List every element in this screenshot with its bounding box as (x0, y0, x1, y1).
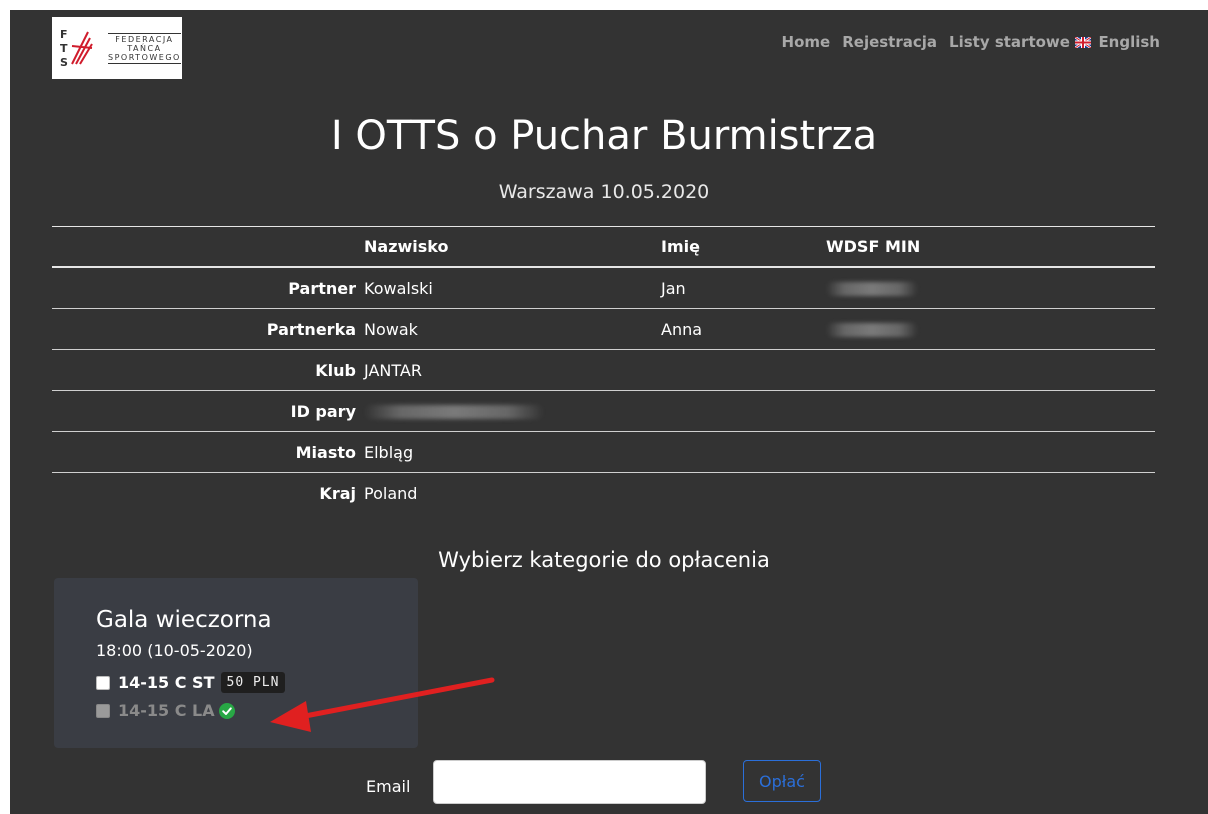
row-label: Kraj (319, 483, 356, 503)
table-row: Partner Kowalski Jan (52, 267, 1155, 309)
table-row: Partnerka Nowak Anna (52, 308, 1155, 350)
couple-info-table: Nazwisko Imię WDSF MIN Partner Kowalski … (52, 226, 1155, 513)
table-row: Klub JANTAR (52, 349, 1155, 391)
email-input[interactable] (433, 760, 706, 804)
row-label: Klub (52, 349, 360, 391)
logo-line-2: TAŃCA (127, 43, 162, 53)
logo-line-1: FEDERACJA (115, 34, 174, 44)
svg-text:T: T (60, 42, 68, 55)
svg-text:F: F (60, 28, 68, 41)
logo-line-3: SPORTOWEGO (108, 52, 181, 62)
category-checkbox-disabled (96, 703, 110, 718)
nav-rejestracja[interactable]: Rejestracja (842, 33, 937, 51)
cell-value: Elbląg (360, 431, 657, 473)
nav-english[interactable]: English (1098, 33, 1160, 51)
row-label: Miasto (52, 431, 360, 473)
cell-surname: Kowalski (360, 267, 657, 309)
category-checkbox[interactable] (96, 675, 110, 690)
redacted-value (364, 405, 544, 419)
price-badge: 50 PLN (220, 672, 286, 693)
cell-value: JANTAR (360, 349, 657, 391)
event-subtitle: Warszawa 10.05.2020 (498, 181, 710, 203)
section-heading: Wybierz kategorie do opłacenia (438, 548, 770, 572)
cell-value: Poland (364, 483, 418, 503)
top-nav: Home Rejestracja Listy startowe English (782, 33, 1160, 51)
cell-wdsf-min (822, 308, 1155, 350)
card-time: 18:00 (10-05-2020) (96, 641, 253, 660)
header-imie: Imię (657, 226, 822, 268)
row-label: ID pary (52, 390, 360, 432)
redacted-value (826, 323, 918, 337)
email-label: Email (366, 777, 411, 796)
table-row: ID pary (52, 390, 1155, 432)
header-wdsf-min: WDSF MIN (822, 226, 1155, 268)
pay-button[interactable]: Opłać (743, 760, 821, 802)
uk-flag-icon (1075, 37, 1092, 48)
table-row: Kraj Poland (52, 473, 1155, 514)
event-card: Gala wieczorna 18:00 (10-05-2020) 14-15 … (54, 578, 418, 748)
cell-surname: Nowak (360, 308, 657, 350)
cell-wdsf-min (822, 267, 1155, 309)
table-header-row: Nazwisko Imię WDSF MIN (52, 226, 1155, 268)
category-label: 14-15 C ST (118, 673, 215, 692)
nav-listy-startowe-label: Listy startowe (949, 33, 1070, 51)
fts-logo[interactable]: F T S FEDERACJA TAŃCA SPORTOWEGO (52, 17, 182, 79)
cell-name: Anna (657, 308, 822, 350)
check-circle-icon (218, 702, 235, 719)
header-nazwisko: Nazwisko (360, 226, 657, 268)
category-option[interactable]: 14-15 C ST 50 PLN (96, 672, 286, 693)
header-empty (52, 226, 360, 268)
table-row: Miasto Elbląg (52, 431, 1155, 473)
category-option-paid: 14-15 C LA (96, 701, 235, 720)
cell-name: Jan (657, 267, 822, 309)
logo-text: FEDERACJA TAŃCA SPORTOWEGO (108, 32, 181, 64)
row-label: Partnerka (52, 308, 360, 350)
page-title: I OTTS o Puchar Burmistrza (330, 113, 878, 159)
logo-mark-icon: F T S (58, 24, 98, 72)
redacted-value (826, 282, 918, 296)
nav-listy-startowe[interactable]: Listy startowe English (949, 33, 1160, 51)
nav-home[interactable]: Home (782, 33, 831, 51)
row-label: Partner (52, 267, 360, 309)
svg-text:S: S (60, 56, 68, 69)
cell-value (360, 390, 657, 432)
card-title: Gala wieczorna (96, 607, 272, 633)
category-label: 14-15 C LA (118, 701, 215, 720)
